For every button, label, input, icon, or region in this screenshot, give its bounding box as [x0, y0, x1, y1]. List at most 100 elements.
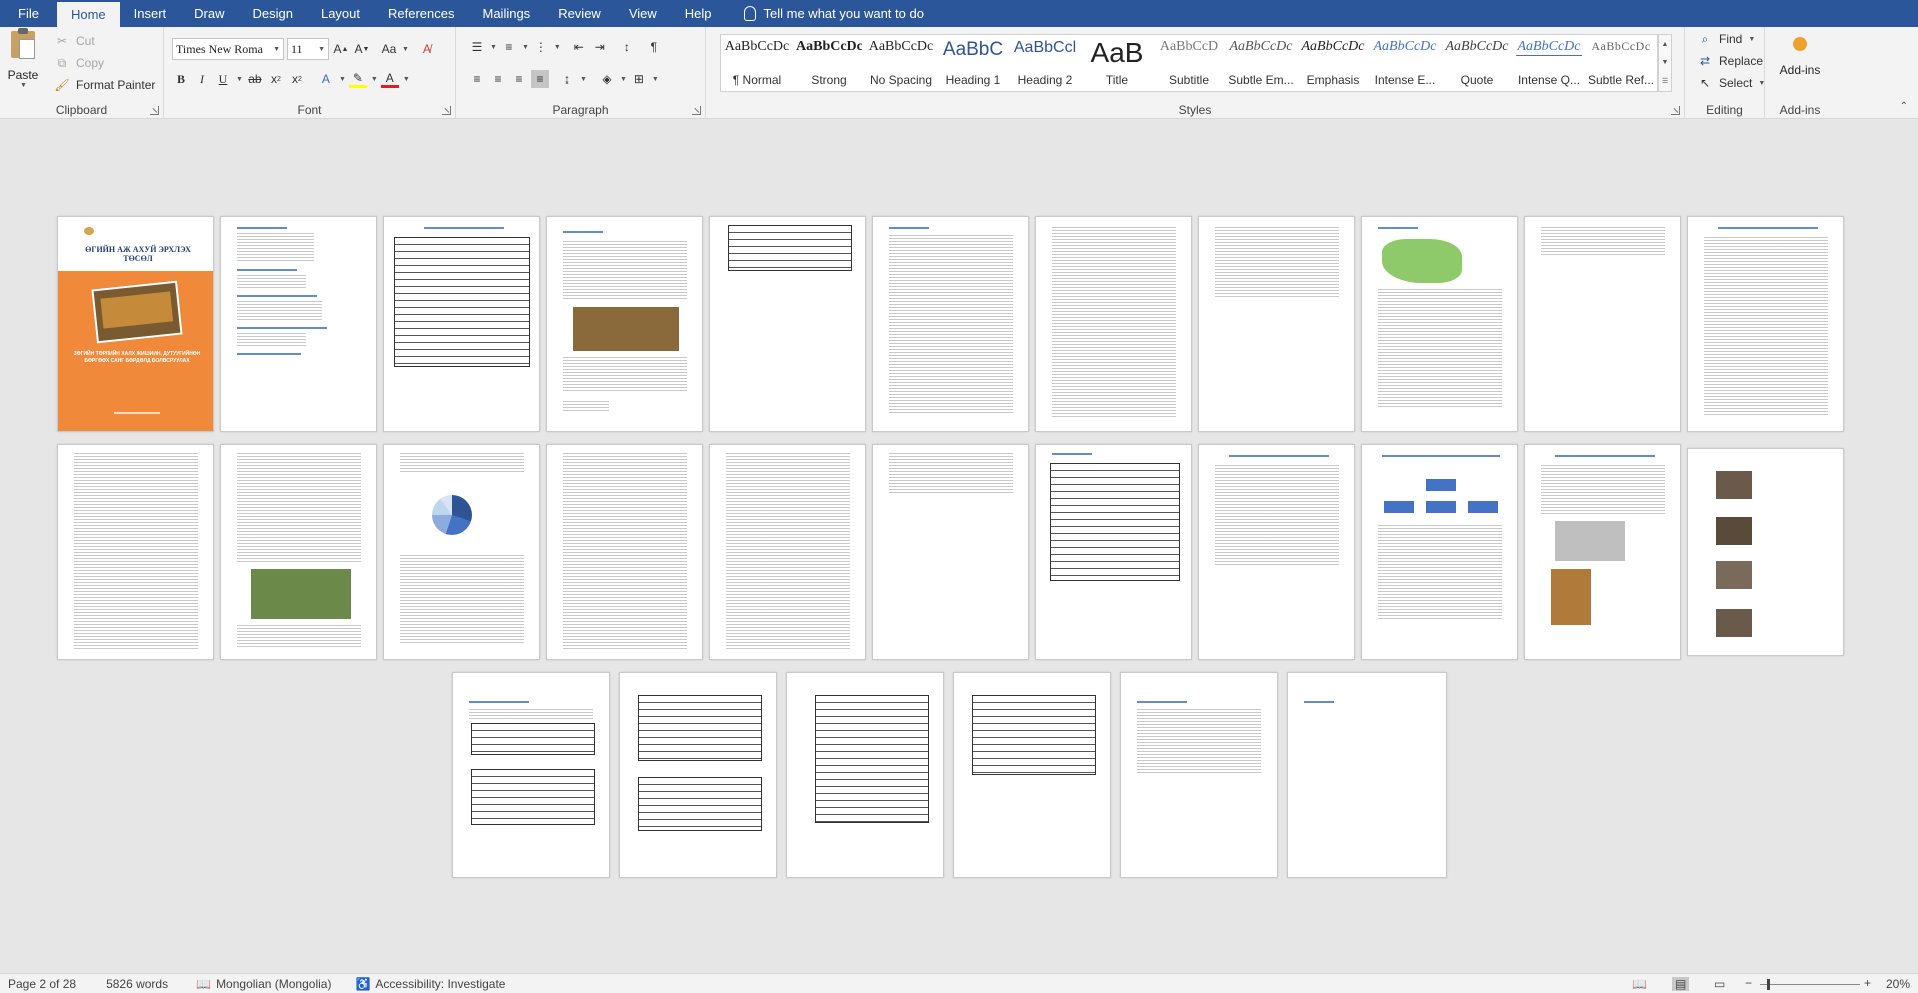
tab-layout[interactable]: Layout: [307, 0, 374, 27]
cut-button[interactable]: ✂ Cut: [50, 31, 98, 51]
page-thumbnail[interactable]: [709, 444, 866, 660]
tab-file[interactable]: File: [0, 0, 57, 27]
tell-me-search[interactable]: Tell me what you want to do: [743, 0, 924, 27]
font-size-select[interactable]: 11 ▼: [287, 38, 329, 60]
page-thumbnail[interactable]: [1687, 216, 1844, 432]
multilevel-list-icon[interactable]: ⋮: [532, 38, 550, 56]
page-thumbnail[interactable]: [1687, 448, 1844, 656]
tab-insert[interactable]: Insert: [120, 0, 181, 27]
line-spacing-icon[interactable]: ↨: [558, 70, 576, 88]
bold-icon[interactable]: B: [172, 70, 190, 88]
tab-design[interactable]: Design: [239, 0, 307, 27]
font-color-icon[interactable]: A: [380, 70, 399, 88]
show-formatting-icon[interactable]: ¶: [645, 38, 663, 56]
align-right-icon[interactable]: ≡: [510, 70, 528, 88]
tab-help[interactable]: Help: [671, 0, 726, 27]
find-button[interactable]: ⌕ Find ▼: [1693, 29, 1758, 49]
page-thumbnail[interactable]: [953, 672, 1111, 878]
style-subtle-emphasis[interactable]: AaBbCcDc Subtle Em...: [1225, 35, 1297, 91]
page-thumbnail[interactable]: [1361, 444, 1518, 660]
replace-button[interactable]: ⇄ Replace: [1693, 51, 1766, 71]
style-heading-2[interactable]: AaBbCcl Heading 2: [1009, 35, 1081, 91]
page-thumbnail[interactable]: [872, 216, 1029, 432]
select-button[interactable]: ↖ Select ▼: [1693, 73, 1768, 93]
zoom-in-icon[interactable]: +: [1864, 976, 1871, 990]
page-thumbnail[interactable]: [546, 444, 703, 660]
numbering-icon[interactable]: ≡: [500, 38, 518, 56]
highlight-icon[interactable]: ✎: [348, 70, 367, 88]
style-strong[interactable]: AaBbCcDc Strong: [793, 35, 865, 91]
font-family-select[interactable]: Times New Roma ▼: [172, 38, 284, 60]
web-layout-icon[interactable]: ▭: [1714, 977, 1725, 991]
borders-icon[interactable]: ⊞: [630, 70, 648, 88]
page-count[interactable]: Page 2 of 28: [0, 977, 84, 991]
scroll-up-icon[interactable]: ▲: [1662, 41, 1669, 48]
tab-mailings[interactable]: Mailings: [469, 0, 545, 27]
style-intense-emphasis[interactable]: AaBbCcDc Intense E...: [1369, 35, 1441, 91]
clear-formatting-icon[interactable]: A̸: [418, 40, 436, 58]
zoom-thumb[interactable]: [1767, 979, 1770, 990]
page-thumbnail[interactable]: [383, 216, 540, 432]
style-normal[interactable]: AaBbCcDc ¶ Normal: [721, 35, 793, 91]
zoom-out-icon[interactable]: −: [1745, 976, 1752, 990]
decrease-indent-icon[interactable]: ⇤: [570, 38, 588, 56]
scroll-down-icon[interactable]: ▼: [1662, 59, 1669, 66]
accessibility-status[interactable]: ♿ Accessibility: Investigate: [347, 977, 513, 991]
page-thumbnail[interactable]: [1035, 444, 1192, 660]
zoom-level[interactable]: 20%: [1886, 977, 1910, 991]
style-subtitle[interactable]: AaBbCcD Subtitle: [1153, 35, 1225, 91]
shading-icon[interactable]: ◈: [598, 70, 616, 88]
print-layout-icon[interactable]: ▤: [1672, 977, 1690, 991]
style-no-spacing[interactable]: AaBbCcDc No Spacing: [865, 35, 937, 91]
change-case-icon[interactable]: Aa: [380, 40, 398, 58]
clipboard-launcher-icon[interactable]: [150, 106, 159, 115]
style-title[interactable]: AaB Title: [1081, 35, 1153, 91]
justify-icon[interactable]: ≡: [531, 70, 549, 88]
word-count[interactable]: 5826 words: [98, 977, 176, 991]
page-thumbnail[interactable]: [872, 444, 1029, 660]
page-thumbnail[interactable]: [1287, 672, 1447, 878]
page-thumbnail[interactable]: [1198, 444, 1355, 660]
underline-icon[interactable]: U: [214, 70, 232, 88]
page-thumbnail[interactable]: [546, 216, 703, 432]
bullets-icon[interactable]: ☰: [468, 38, 486, 56]
italic-icon[interactable]: I: [193, 70, 211, 88]
tab-draw[interactable]: Draw: [180, 0, 238, 27]
sort-icon[interactable]: ↕: [618, 38, 636, 56]
copy-button[interactable]: ⧉ Copy: [50, 53, 107, 73]
zoom-slider[interactable]: [1760, 984, 1860, 985]
align-left-icon[interactable]: ≡: [468, 70, 486, 88]
style-subtle-reference[interactable]: AaBbCcDc Subtle Ref...: [1585, 35, 1657, 91]
tab-home[interactable]: Home: [56, 0, 120, 27]
style-quote[interactable]: AaBbCcDc Quote: [1441, 35, 1513, 91]
tab-review[interactable]: Review: [544, 0, 615, 27]
page-thumbnail[interactable]: [1120, 672, 1278, 878]
page-thumbnail[interactable]: [1361, 216, 1518, 432]
page-thumbnail[interactable]: [383, 444, 540, 660]
page-thumbnail[interactable]: [452, 672, 610, 878]
grow-font-icon[interactable]: A ▲: [332, 40, 350, 58]
page-thumbnail[interactable]: ӨГИЙН АЖ АХУЙ ЭРХЛЭХ ТӨСӨЛ ЗӨГИЙН ТӨРЛИЙ…: [57, 216, 214, 432]
tab-references[interactable]: References: [374, 0, 468, 27]
style-intense-quote[interactable]: AaBbCcDc Intense Q...: [1513, 35, 1585, 91]
format-painter-button[interactable]: 🖌 Format Painter: [50, 75, 158, 95]
paragraph-launcher-icon[interactable]: [692, 106, 701, 115]
paste-button[interactable]: Paste ▼: [6, 28, 40, 89]
styles-gallery-scroll[interactable]: ▲ ▼ ☰: [1658, 34, 1672, 92]
proofing-status[interactable]: 📖 Mongolian (Mongolia): [188, 977, 339, 991]
page-thumbnail[interactable]: [1524, 444, 1681, 660]
page-thumbnail[interactable]: [57, 444, 214, 660]
page-thumbnail[interactable]: [220, 444, 377, 660]
tab-view[interactable]: View: [615, 0, 671, 27]
page-thumbnail[interactable]: [1035, 216, 1192, 432]
page-thumbnail[interactable]: [220, 216, 377, 432]
text-effects-icon[interactable]: A: [317, 70, 335, 88]
read-mode-icon[interactable]: 📖: [1632, 977, 1647, 991]
font-launcher-icon[interactable]: [442, 106, 451, 115]
style-heading-1[interactable]: AaBbC Heading 1: [937, 35, 1009, 91]
addins-button[interactable]: Add-ins: [1765, 31, 1835, 77]
styles-launcher-icon[interactable]: [1671, 106, 1680, 115]
superscript-icon[interactable]: x2: [288, 70, 306, 88]
shrink-font-icon[interactable]: A ▼: [353, 40, 371, 58]
style-emphasis[interactable]: AaBbCcDc Emphasis: [1297, 35, 1369, 91]
